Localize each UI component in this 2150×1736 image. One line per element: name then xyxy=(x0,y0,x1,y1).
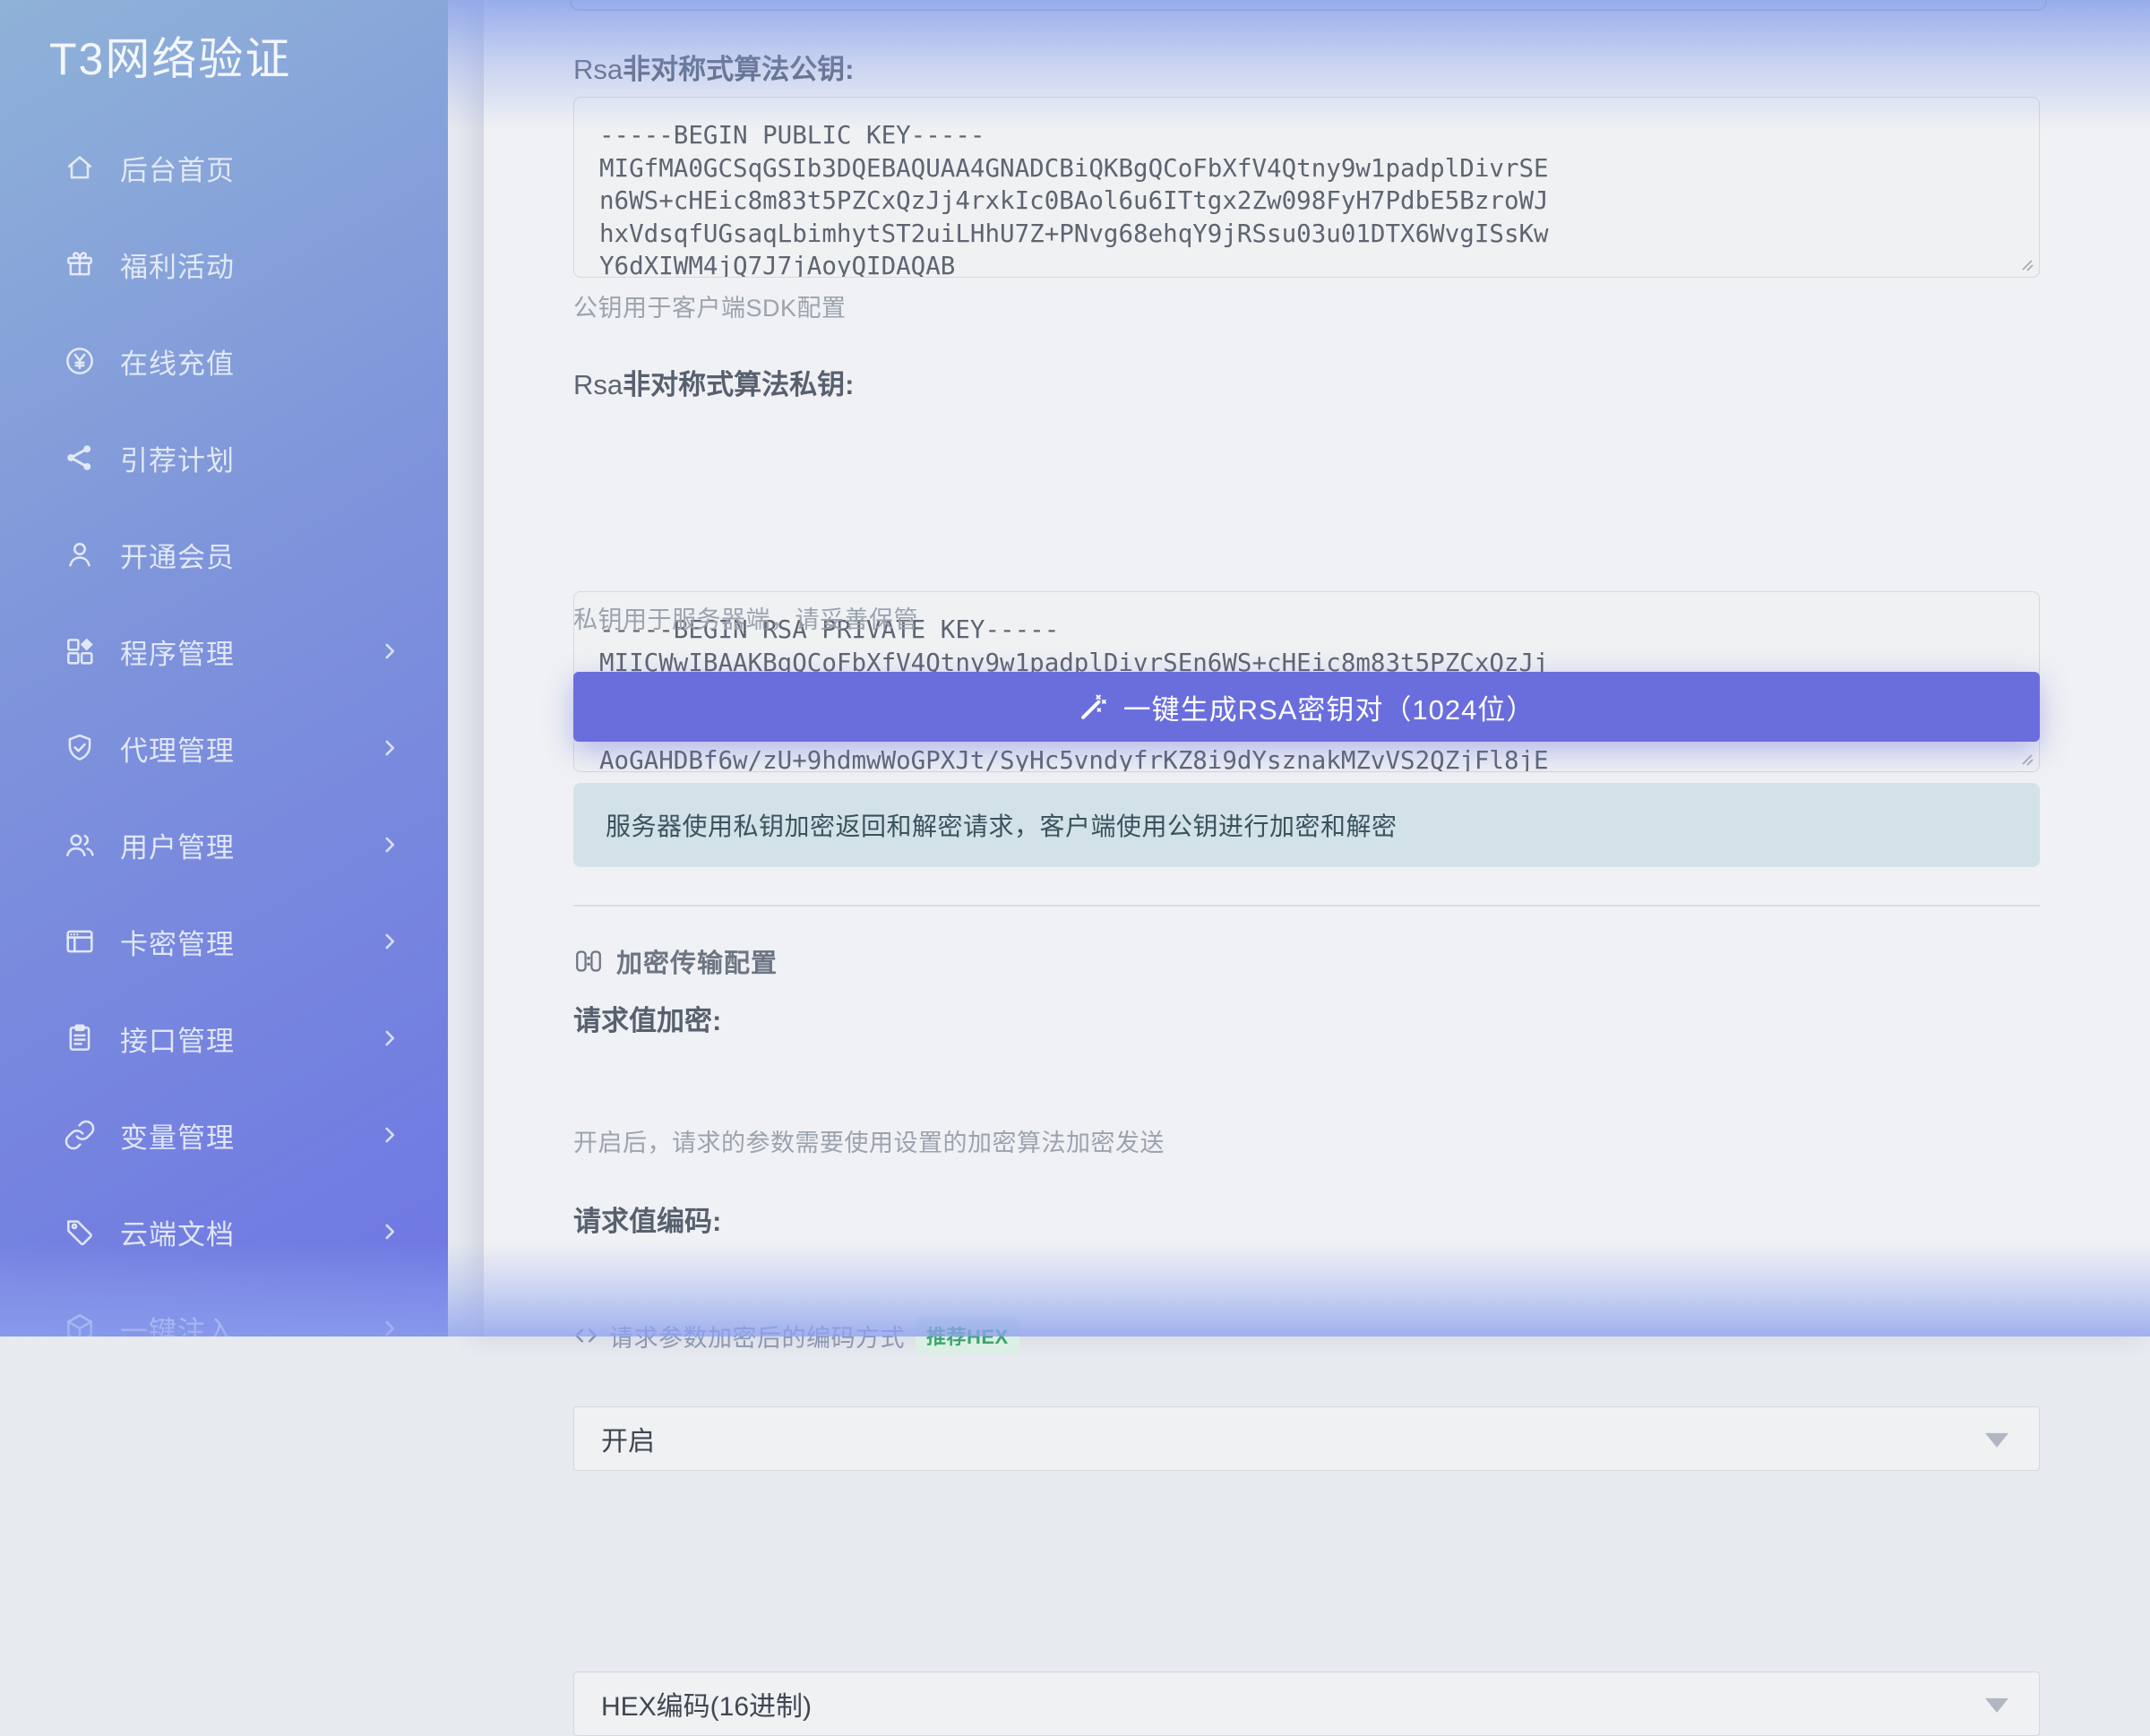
chevron-right-icon xyxy=(378,930,401,953)
public-key-help: 公钥用于客户端SDK配置 xyxy=(573,288,2040,323)
chevron-right-icon xyxy=(378,1027,401,1050)
generate-rsa-button-label: 一键生成RSA密钥对（1024位） xyxy=(1123,687,1535,727)
shield-check-icon xyxy=(63,731,97,765)
sidebar-item-membership[interactable]: 开通会员 xyxy=(0,506,448,603)
encrypt-transport-section-header: 加密传输配置 xyxy=(573,942,2040,980)
resize-handle-icon[interactable] xyxy=(2020,258,2034,272)
sidebar-item-agent[interactable]: 代理管理 xyxy=(0,700,448,796)
request-encrypt-label: 请求值加密: xyxy=(573,998,2040,1038)
menu-item-label: 卡密管理 xyxy=(120,922,378,962)
menu-item-label: 代理管理 xyxy=(120,728,378,769)
request-encrypt-select[interactable]: 开启 xyxy=(573,1406,2040,1471)
main-panel: Rsa非对称式算法公钥: -----BEGIN PUBLIC KEY----- … xyxy=(484,0,2150,1336)
dropdown-arrow-icon xyxy=(1985,1698,2008,1713)
settings-form: Rsa非对称式算法公钥: -----BEGIN PUBLIC KEY----- … xyxy=(573,0,2040,1336)
request-encrypt-value: 开启 xyxy=(601,1419,655,1458)
sidebar-item-api[interactable]: 接口管理 xyxy=(0,990,448,1087)
apps-grid-icon xyxy=(63,634,97,668)
sidebar-item-welfare[interactable]: 福利活动 xyxy=(0,216,448,313)
sidebar-item-home[interactable]: 后台首页 xyxy=(0,119,448,216)
menu-item-label: 云端文档 xyxy=(120,1212,378,1252)
chevron-right-icon xyxy=(378,1123,401,1147)
clipboard-icon xyxy=(63,1021,97,1055)
sidebar-item-users[interactable]: 用户管理 xyxy=(0,796,448,893)
home-icon xyxy=(63,150,97,185)
request-encrypt-help: 开启后，请求的参数需要使用设置的加密算法加密发送 xyxy=(573,1123,2040,1158)
sidebar-item-cloud-docs[interactable]: 云端文档 xyxy=(0,1183,448,1280)
public-key-textarea[interactable]: -----BEGIN PUBLIC KEY----- MIGfMA0GCSqGS… xyxy=(574,98,2039,277)
dropdown-arrow-icon xyxy=(1985,1433,2008,1448)
chevron-right-icon xyxy=(378,1220,401,1243)
chevron-right-icon xyxy=(378,640,401,663)
request-encoding-value: HEX编码(16进制) xyxy=(601,1684,812,1723)
request-encoding-help: 请求参数加密后的编码方式 xyxy=(609,1319,905,1354)
menu-item-label: 引荐计划 xyxy=(120,438,401,478)
private-key-help: 私钥用于服务器端，请妥善保管 xyxy=(573,600,2040,635)
recommend-hex-badge: 推荐HEX xyxy=(916,1317,1019,1354)
sidebar-item-variables[interactable]: 变量管理 xyxy=(0,1087,448,1183)
chevron-right-icon xyxy=(378,1317,401,1336)
request-encoding-select[interactable]: HEX编码(16进制) xyxy=(573,1672,2040,1736)
sidebar-menu: 后台首页 福利活动 在线充值 引荐计划 开通会员 程序管理 代理管理 用户管理 xyxy=(0,119,448,1336)
share-icon xyxy=(63,441,97,475)
yuan-circle-icon xyxy=(63,344,97,378)
user-icon xyxy=(63,537,97,572)
cube-icon xyxy=(63,1311,97,1336)
chevron-right-icon xyxy=(378,833,401,856)
key-usage-alert: 服务器使用私钥加密返回和解密请求，客户端使用公钥进行加密和解密 xyxy=(573,783,2040,867)
generate-rsa-button[interactable]: 一键生成RSA密钥对（1024位） xyxy=(573,672,2040,742)
menu-item-label: 程序管理 xyxy=(120,632,378,672)
request-encoding-label: 请求值编码: xyxy=(573,1199,2040,1239)
magic-wand-icon xyxy=(1079,692,1109,722)
private-key-label: Rsa非对称式算法私钥: xyxy=(573,362,2040,402)
resize-handle-icon[interactable] xyxy=(2020,752,2034,767)
sidebar-item-recharge[interactable]: 在线充值 xyxy=(0,313,448,409)
chevron-right-icon xyxy=(378,736,401,760)
previous-field-cutoff xyxy=(570,0,2047,11)
tag-icon xyxy=(63,1215,97,1249)
users-icon xyxy=(63,828,97,862)
sidebar-item-card-keys[interactable]: 卡密管理 xyxy=(0,893,448,990)
sidebar: T3网络验证 后台首页 福利活动 在线充值 引荐计划 开通会员 程序管理 代理管… xyxy=(0,0,448,1336)
app-title: T3网络验证 xyxy=(49,23,291,88)
code-icon xyxy=(573,1323,598,1348)
transfer-config-icon xyxy=(573,946,604,976)
gift-icon xyxy=(63,247,97,281)
sidebar-item-inject[interactable]: 一键注入 xyxy=(0,1280,448,1336)
section-title: 加密传输配置 xyxy=(616,942,778,980)
public-key-label: Rsa非对称式算法公钥: xyxy=(573,47,2040,87)
menu-item-label: 用户管理 xyxy=(120,825,378,865)
sidebar-item-referral[interactable]: 引荐计划 xyxy=(0,409,448,506)
sidebar-item-program[interactable]: 程序管理 xyxy=(0,603,448,700)
request-encoding-help-row: 请求参数加密后的编码方式 推荐HEX xyxy=(573,1317,2040,1354)
card-window-icon xyxy=(63,924,97,958)
menu-item-label: 接口管理 xyxy=(120,1018,378,1059)
menu-item-label: 变量管理 xyxy=(120,1115,378,1156)
menu-item-label: 后台首页 xyxy=(120,148,401,188)
menu-item-label: 一键注入 xyxy=(120,1309,378,1337)
link-icon xyxy=(63,1118,97,1152)
menu-item-label: 开通会员 xyxy=(120,535,401,575)
public-key-box: -----BEGIN PUBLIC KEY----- MIGfMA0GCSqGS… xyxy=(573,97,2040,278)
menu-item-label: 在线充值 xyxy=(120,341,401,382)
menu-item-label: 福利活动 xyxy=(120,245,401,285)
section-divider xyxy=(573,905,2040,907)
